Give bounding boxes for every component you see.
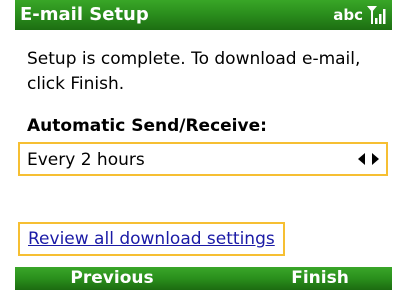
send-receive-label: Automatic Send/Receive: xyxy=(27,116,267,136)
left-right-arrows-icon[interactable] xyxy=(358,153,379,165)
title-bar: E-mail Setup abc xyxy=(15,0,392,30)
signal-strength-icon xyxy=(367,6,386,24)
input-mode-indicator: abc xyxy=(333,6,363,24)
send-receive-picker[interactable]: Every 2 hours xyxy=(18,142,388,176)
arrow-right-icon[interactable] xyxy=(371,153,379,165)
previous-softkey[interactable]: Previous xyxy=(32,267,192,290)
send-receive-value: Every 2 hours xyxy=(27,150,145,170)
main-content: Setup is complete. To download e-mail, c… xyxy=(15,30,392,267)
setup-complete-message: Setup is complete. To download e-mail, c… xyxy=(27,49,361,94)
softkey-bar: Previous Finish xyxy=(15,267,392,290)
status-area: abc xyxy=(333,4,386,26)
review-settings-link-box[interactable]: Review all download settings xyxy=(18,222,285,256)
arrow-left-icon[interactable] xyxy=(358,153,366,165)
finish-softkey[interactable]: Finish xyxy=(240,267,400,290)
review-settings-link[interactable]: Review all download settings xyxy=(28,227,275,251)
window-title: E-mail Setup xyxy=(20,4,149,25)
